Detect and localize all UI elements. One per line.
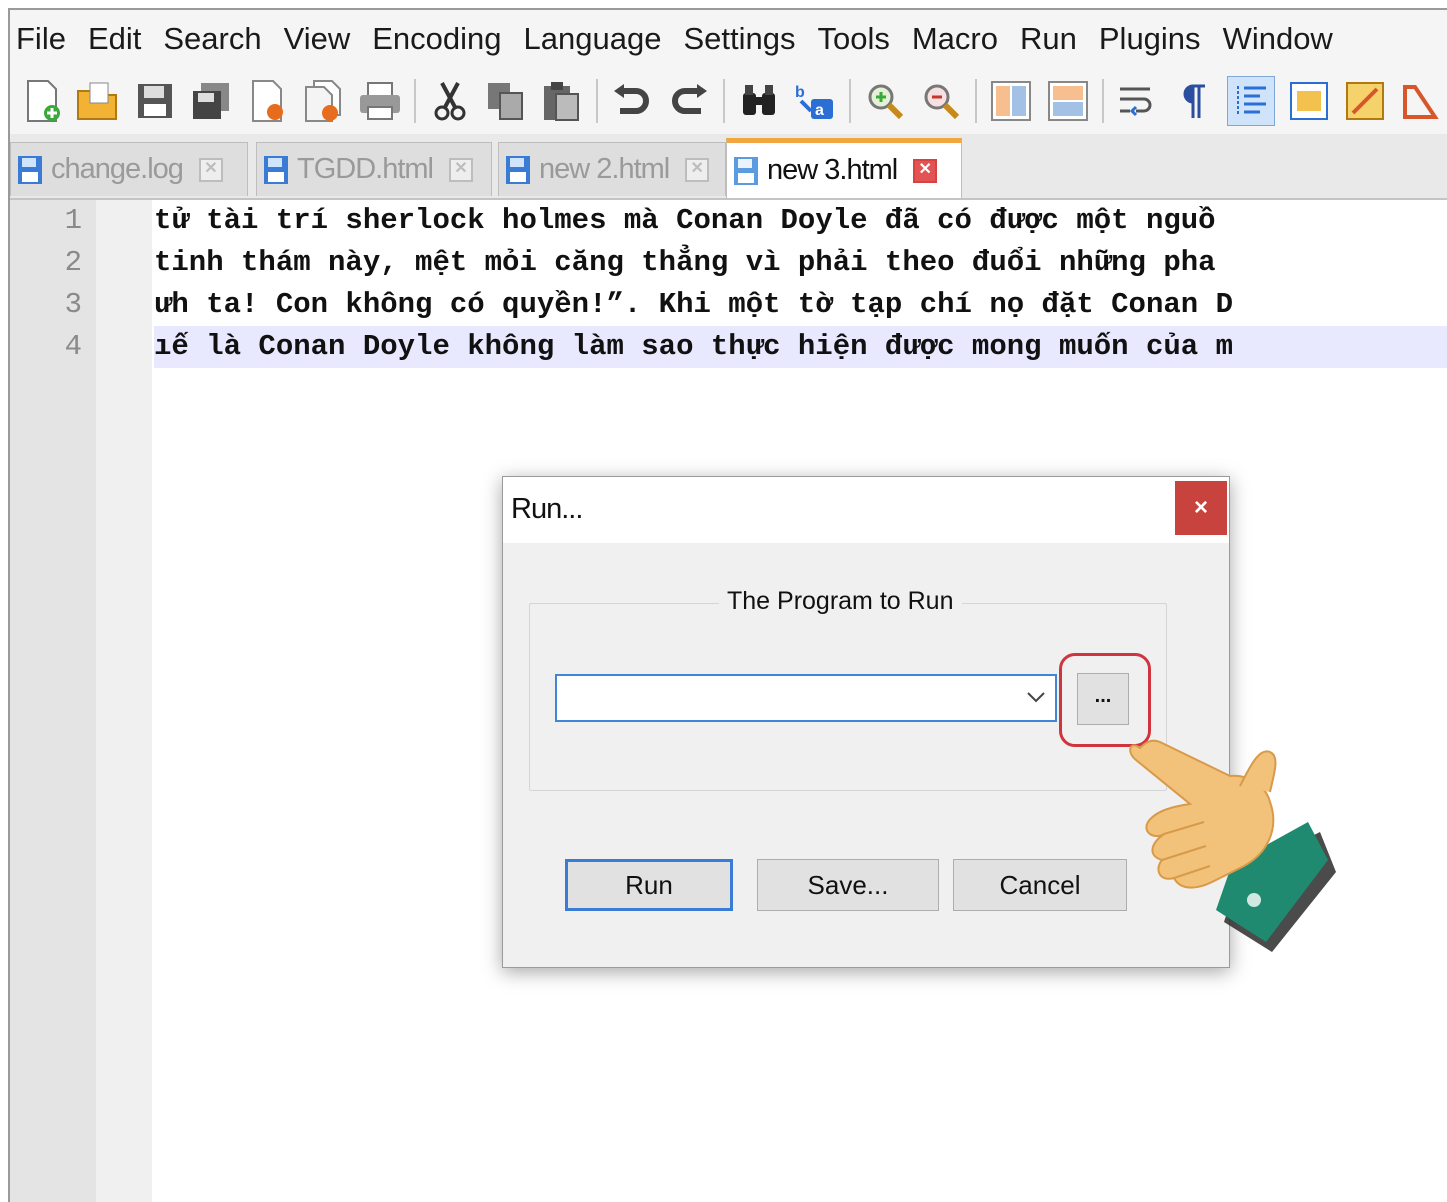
tab-new-3-html[interactable]: new 3.html ✕ <box>726 138 962 198</box>
tab-close-icon[interactable]: ✕ <box>685 157 710 182</box>
code-line-current[interactable]: ıế là Conan Doyle không làm sao thực hiệ… <box>154 326 1447 368</box>
menu-search[interactable]: Search <box>157 21 275 57</box>
save-all-icon[interactable] <box>188 77 234 125</box>
menu-window[interactable]: Window <box>1217 21 1347 57</box>
svg-text:a: a <box>815 102 824 119</box>
menu-macro[interactable]: Macro <box>906 21 1012 57</box>
chevron-down-icon[interactable] <box>1025 686 1047 708</box>
code-line[interactable]: tinh thám này, mệt mỏi căng thẳng vì phả… <box>154 242 1447 284</box>
new-file-icon[interactable] <box>19 77 65 125</box>
word-wrap-icon[interactable] <box>1115 77 1161 125</box>
line-number: 3 <box>64 288 82 321</box>
save-status-icon <box>264 155 288 184</box>
open-file-icon[interactable] <box>75 77 121 125</box>
close-all-icon[interactable] <box>300 77 346 125</box>
replace-icon[interactable]: ba <box>792 77 838 125</box>
menu-run[interactable]: Run <box>1014 21 1091 57</box>
toolbar-separator <box>596 79 599 123</box>
menu-bar: File Edit Search View Encoding Language … <box>10 10 1447 68</box>
find-icon[interactable] <box>736 77 782 125</box>
run-button[interactable]: Run <box>565 859 733 911</box>
zoom-out-icon[interactable] <box>918 77 964 125</box>
save-status-icon <box>18 155 42 184</box>
copy-icon[interactable] <box>483 77 529 125</box>
save-status-icon <box>506 155 530 184</box>
save-status-icon <box>734 156 758 185</box>
print-icon[interactable] <box>356 77 402 125</box>
sync-vertical-icon[interactable] <box>988 77 1034 125</box>
menu-language[interactable]: Language <box>518 21 676 57</box>
toolbar-separator <box>975 79 978 123</box>
svg-text:b: b <box>795 84 805 101</box>
dialog-title: Run... <box>511 493 583 525</box>
pointing-hand-icon <box>1129 739 1336 952</box>
program-combobox[interactable] <box>555 674 1057 722</box>
cancel-button[interactable]: Cancel <box>953 859 1127 911</box>
menu-file[interactable]: File <box>10 21 80 57</box>
paste-icon[interactable] <box>539 77 585 125</box>
tab-tgdd-html[interactable]: TGDD.html ✕ <box>256 142 492 196</box>
line-number: 2 <box>64 246 82 279</box>
group-label: The Program to Run <box>719 587 962 616</box>
doc-map-icon[interactable] <box>1285 77 1331 125</box>
dialog-close-button[interactable]: × <box>1175 481 1227 535</box>
tab-close-icon[interactable]: ✕ <box>449 157 473 182</box>
dialog-titlebar[interactable]: Run... × <box>503 477 1229 543</box>
indent-guide-icon[interactable] <box>1227 76 1276 126</box>
menu-settings[interactable]: Settings <box>677 21 809 57</box>
toolbar-separator <box>722 79 725 123</box>
tab-new-2-html[interactable]: new 2.html ✕ <box>498 142 726 196</box>
line-number: 1 <box>64 204 82 237</box>
redo-icon[interactable] <box>665 77 711 125</box>
tab-label: new 2.html <box>539 153 670 185</box>
toolbar-separator <box>849 79 851 123</box>
tab-close-icon[interactable]: ✕ <box>198 157 223 182</box>
toolbar: ba <box>10 68 1447 135</box>
undo-icon[interactable] <box>609 77 655 125</box>
document-tab-strip: change.log ✕ TGDD.html ✕ new 2.html ✕ ne… <box>10 134 1447 200</box>
save-button[interactable]: Save... <box>757 859 939 911</box>
show-all-chars-icon[interactable] <box>1171 77 1217 125</box>
menu-tools[interactable]: Tools <box>811 21 903 57</box>
tab-label: change.log <box>51 153 184 185</box>
code-line[interactable]: tử tài trí sherlock holmes mà Conan Doyl… <box>154 200 1447 242</box>
tab-label: TGDD.html <box>297 153 434 185</box>
tab-change-log[interactable]: change.log ✕ <box>10 142 248 196</box>
function-list-icon[interactable] <box>1342 77 1388 125</box>
fold-margin <box>96 200 152 1202</box>
toolbar-separator <box>413 79 416 123</box>
code-line[interactable]: ưh ta! Con không có quyền!”. Khi một tờ … <box>154 284 1447 326</box>
program-input[interactable] <box>563 676 1007 718</box>
tab-close-icon[interactable]: ✕ <box>913 158 938 183</box>
cut-icon[interactable] <box>427 77 473 125</box>
save-icon[interactable] <box>131 77 177 125</box>
folder-workspace-icon[interactable] <box>1398 77 1444 125</box>
close-icon[interactable] <box>244 77 290 125</box>
menu-view[interactable]: View <box>278 21 365 57</box>
menu-edit[interactable]: Edit <box>82 21 155 57</box>
sync-horizontal-icon[interactable] <box>1045 77 1091 125</box>
tab-label: new 3.html <box>767 154 898 186</box>
menu-plugins[interactable]: Plugins <box>1093 21 1215 57</box>
toolbar-separator <box>1101 79 1104 123</box>
line-number: 4 <box>64 330 82 363</box>
menu-encoding[interactable]: Encoding <box>366 21 515 57</box>
zoom-in-icon[interactable] <box>862 77 908 125</box>
